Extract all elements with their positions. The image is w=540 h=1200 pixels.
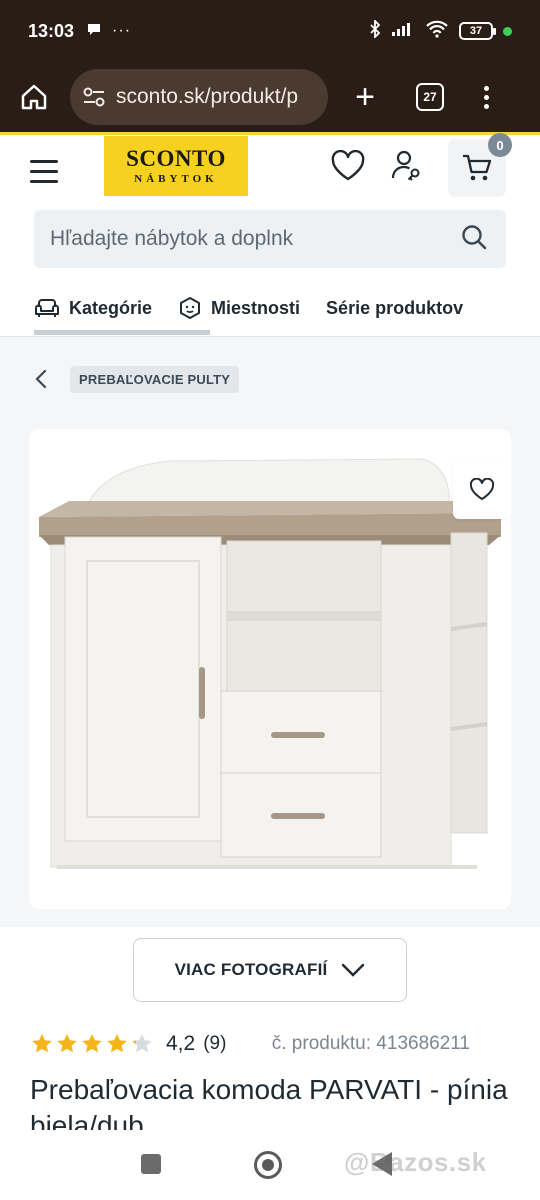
breadcrumb[interactable]: PREBAĽOVACIE PULTY: [70, 366, 240, 393]
room-face-icon: [180, 297, 201, 319]
star-icon: [57, 1034, 77, 1053]
star-icon: [132, 1034, 152, 1053]
user-key-icon: [391, 150, 420, 181]
wishlist-button[interactable]: [330, 149, 366, 187]
search-input[interactable]: [50, 227, 460, 251]
search-icon: [462, 224, 487, 249]
site-header: SCONTO NÁBYTOK 0: [0, 133, 540, 207]
wifi-icon: [425, 20, 449, 42]
system-navigation-bar: @Bazos.sk: [0, 1130, 540, 1200]
tab-product-series[interactable]: Série produktov: [326, 286, 463, 330]
privacy-indicator-dot: [503, 26, 512, 36]
chat-notification-icon: [86, 21, 102, 42]
search-bar: [34, 210, 506, 268]
product-code: č. produktu: 413686211: [271, 1033, 470, 1054]
sconto-logo[interactable]: SCONTO NÁBYTOK: [104, 136, 248, 196]
tab-switcher-button[interactable]: 27: [416, 83, 444, 111]
star-icon: [107, 1034, 127, 1053]
armchair-icon: [35, 299, 59, 317]
home-nav-button[interactable]: [254, 1151, 282, 1179]
add-to-wishlist-button[interactable]: [453, 461, 511, 519]
chevron-left-icon[interactable]: [34, 369, 48, 389]
search-button[interactable]: [460, 223, 488, 256]
cart-button[interactable]: 0: [448, 133, 512, 197]
watermark: @Bazos.sk: [344, 1147, 487, 1177]
product-title: Prebaľovacia komoda PARVATI - pínia biel…: [30, 1074, 508, 1130]
chevron-down-icon: [342, 963, 365, 977]
rating-row: 4,2 (9) č. produktu: 413686211: [30, 1028, 510, 1060]
recent-apps-button[interactable]: [141, 1154, 161, 1174]
account-button[interactable]: [390, 149, 424, 188]
cart-count-badge: 0: [488, 133, 512, 157]
tab-rooms[interactable]: Miestnosti: [178, 286, 300, 330]
browser-toolbar: sconto.sk/produkt/p + 27: [0, 62, 540, 132]
site-settings-icon[interactable]: [82, 86, 106, 108]
tab-categories[interactable]: Kategórie: [34, 286, 152, 330]
new-tab-button[interactable]: +: [350, 80, 380, 114]
home-icon: [21, 84, 47, 110]
rating-value: 4,2: [166, 1032, 196, 1055]
address-bar[interactable]: sconto.sk/produkt/p: [70, 69, 328, 125]
menu-button[interactable]: [30, 159, 58, 183]
signal-icon: [391, 21, 415, 41]
browser-menu-button[interactable]: [484, 85, 489, 109]
star-icon: [32, 1034, 52, 1053]
heart-icon: [331, 149, 365, 180]
rating-stars[interactable]: [30, 1032, 154, 1056]
battery-icon: 37: [459, 22, 496, 40]
home-button[interactable]: [16, 79, 52, 115]
heart-icon: [469, 478, 495, 500]
changing-dresser-image: [39, 458, 501, 869]
status-bar: 13:03 ··· 37: [0, 0, 540, 62]
category-nav: Kategórie Miestnosti Série produktov: [34, 280, 540, 336]
more-photos-button[interactable]: VIAC FOTOGRAFIÍ: [133, 938, 407, 1002]
active-tab-indicator: [34, 330, 210, 335]
url-text: sconto.sk/produkt/p: [116, 85, 299, 108]
product-image[interactable]: [29, 429, 511, 909]
bluetooth-icon: [369, 18, 381, 42]
status-time: 13:03: [28, 20, 75, 41]
cart-icon: [463, 154, 492, 181]
rating-count[interactable]: (9): [203, 1033, 226, 1055]
star-icon: [82, 1034, 102, 1053]
more-notifications-icon: ···: [112, 22, 132, 39]
